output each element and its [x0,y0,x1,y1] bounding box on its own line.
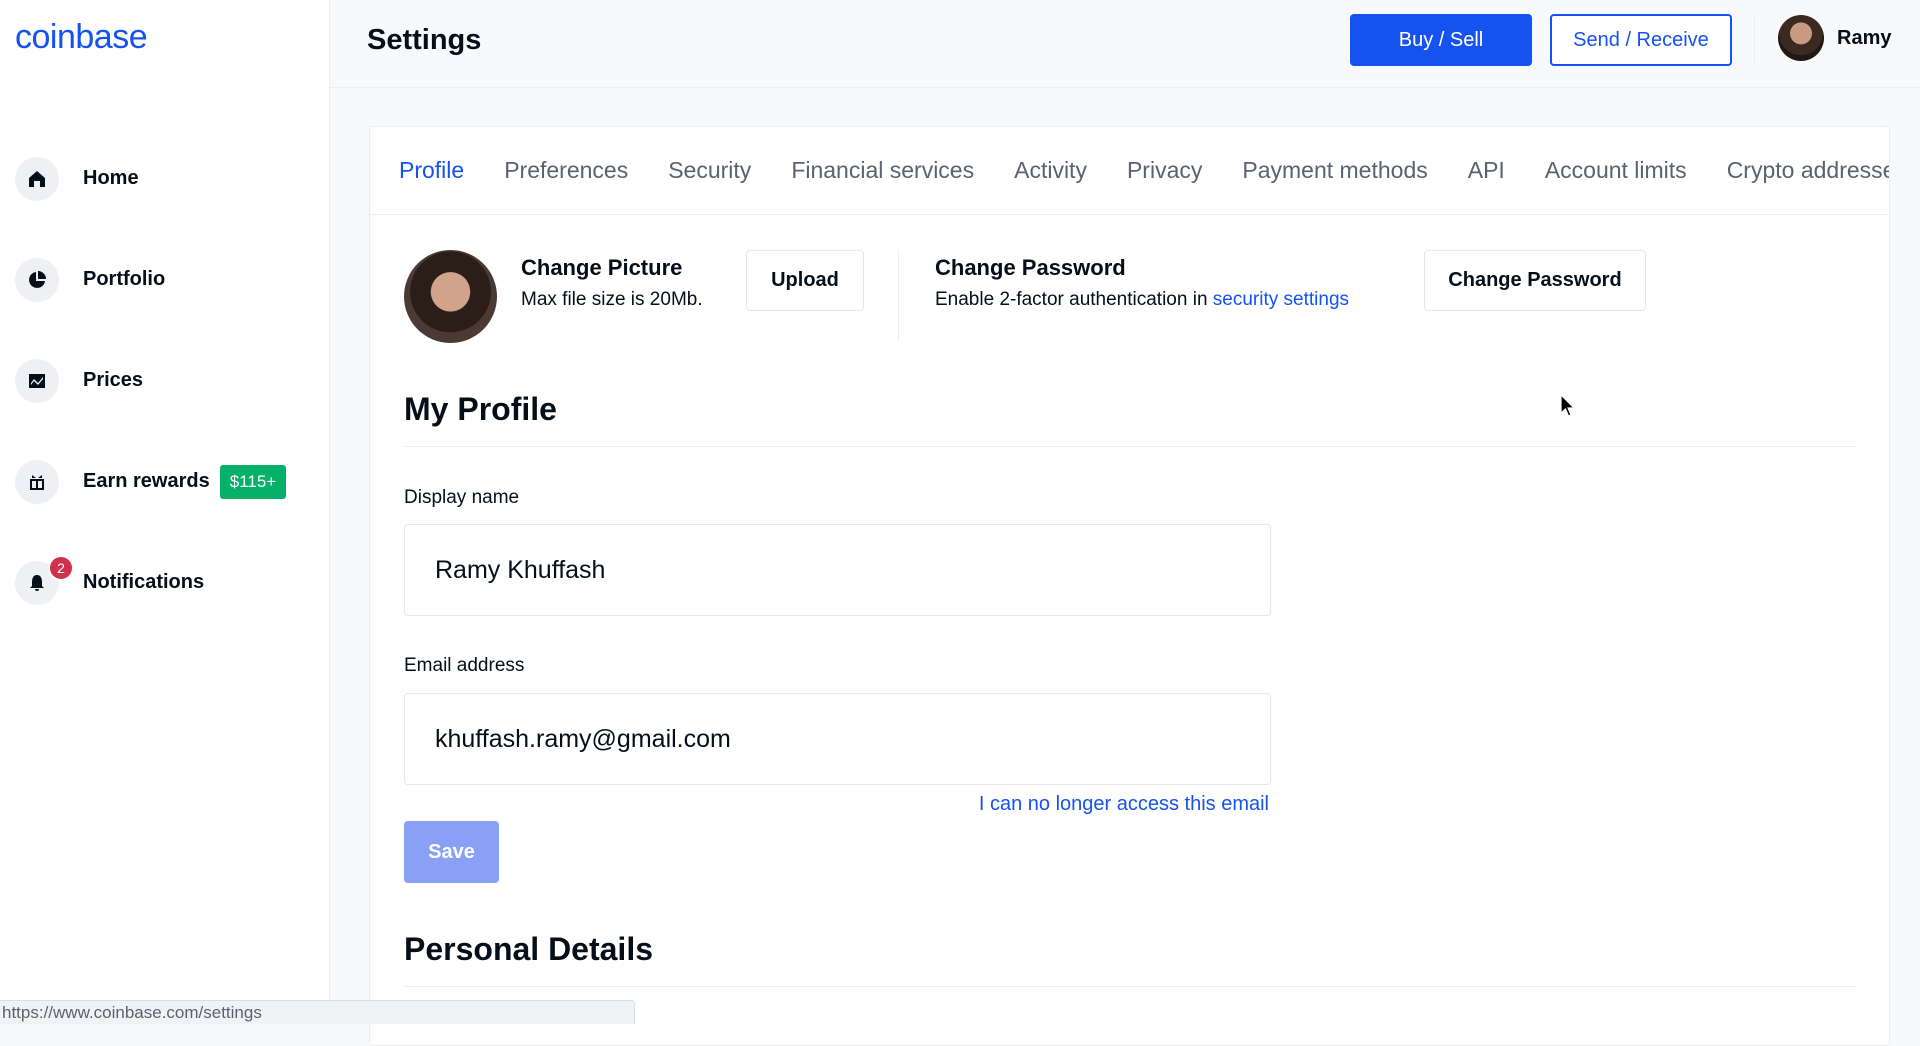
sidebar-item-label: Earn rewards [83,470,210,492]
sidebar-item-label: Portfolio [83,268,166,290]
sidebar-item-label: Notifications [83,571,205,593]
change-picture-subtitle: Max file size is 20Mb. [521,289,703,310]
coinbase-logo[interactable]: coinbase [15,18,148,57]
divider [898,250,899,341]
email-access-link[interactable]: I can no longer access this email [979,793,1269,816]
two-factor-text: Enable 2-factor authentication in [935,289,1213,310]
tab-preferences[interactable]: Preferences [504,157,628,184]
tab-financial-services[interactable]: Financial services [791,157,974,184]
divider [404,986,1856,987]
tab-payment-methods[interactable]: Payment methods [1242,157,1427,184]
sidebar-item-notifications[interactable]: 2 Notifications [0,532,330,633]
send-receive-button[interactable]: Send / Receive [1550,14,1732,66]
sidebar: coinbase Home Portfolio Prices Earn rewa… [0,0,330,1024]
tab-profile[interactable]: Profile [399,157,464,184]
tab-activity[interactable]: Activity [1014,157,1087,184]
settings-tabs: Profile Preferences Security Financial s… [370,127,1889,215]
sidebar-item-earn-rewards[interactable]: Earn rewards $115+ [0,431,330,532]
divider [1754,14,1755,66]
mouse-cursor-icon [1560,394,1576,417]
sidebar-item-home[interactable]: Home [0,128,330,229]
settings-card: Profile Preferences Security Financial s… [369,126,1890,1046]
notification-count-badge: 2 [48,554,74,581]
sidebar-item-label: Home [83,167,139,189]
divider [404,446,1856,447]
chart-line-icon [15,358,59,403]
sidebar-item-label: Prices [83,369,144,391]
sidebar-item-prices[interactable]: Prices [0,330,330,431]
buy-sell-button[interactable]: Buy / Sell [1350,14,1532,66]
email-label: Email address [404,655,525,676]
display-name-label: Display name [404,487,520,508]
user-avatar[interactable] [1778,15,1824,61]
page-title: Settings [367,24,482,56]
pie-chart-icon [15,257,59,302]
top-bar: Settings Buy / Sell Send / Receive Ramy [330,0,1920,88]
tab-crypto-addresses[interactable]: Crypto addresses [1727,157,1889,184]
change-picture-title: Change Picture [521,255,683,280]
rewards-badge: $115+ [219,464,287,499]
personal-details-title: Personal Details [404,931,653,967]
profile-picture [404,250,497,343]
display-name-input[interactable] [404,524,1271,616]
change-password-subtitle: Enable 2-factor authentication in securi… [935,289,1349,311]
bell-icon: 2 [15,554,74,605]
home-icon [15,156,59,201]
sidebar-item-portfolio[interactable]: Portfolio [0,229,330,330]
change-password-button[interactable]: Change Password [1424,250,1646,311]
gift-icon [15,459,59,504]
sidebar-nav: Home Portfolio Prices Earn rewards $115+… [0,128,330,633]
tab-privacy[interactable]: Privacy [1127,157,1202,184]
save-button[interactable]: Save [404,821,499,883]
tab-security[interactable]: Security [668,157,751,184]
picture-password-row: Change Picture Max file size is 20Mb. Up… [404,250,1854,345]
change-password-title: Change Password [935,255,1126,280]
upload-button[interactable]: Upload [746,250,864,311]
email-input[interactable] [404,693,1271,785]
status-bar-url: https://www.coinbase.com/settings [0,1000,635,1024]
security-settings-link[interactable]: security settings [1213,289,1349,310]
tab-account-limits[interactable]: Account limits [1545,157,1687,184]
my-profile-title: My Profile [404,391,557,427]
user-name[interactable]: Ramy [1837,27,1891,50]
tab-api[interactable]: API [1468,157,1505,184]
